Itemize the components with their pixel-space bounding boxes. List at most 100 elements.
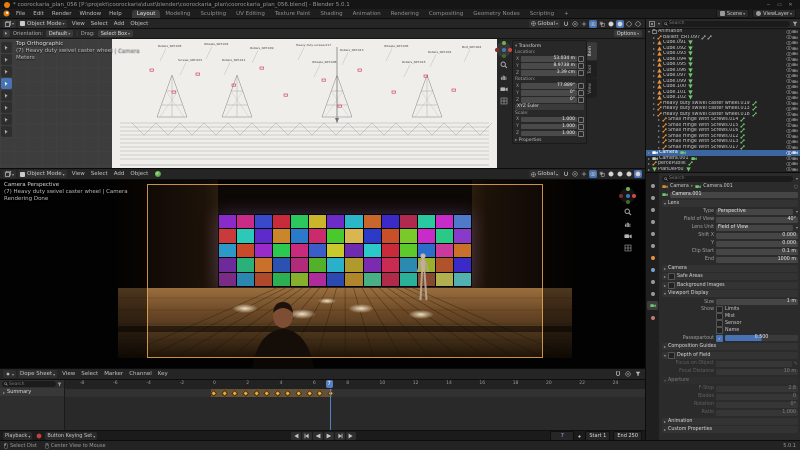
lock-icon[interactable]: [578, 116, 584, 123]
close-button[interactable]: ✕: [785, 2, 796, 8]
play-reverse-button[interactable]: [313, 432, 324, 440]
editor-type-button[interactable]: ▾: [3, 170, 17, 178]
lock-icon[interactable]: [578, 56, 584, 62]
axis-y-neg-dot[interactable]: [501, 54, 506, 58]
disable-render-toggle[interactable]: [792, 101, 798, 106]
properties-tab-object-data[interactable]: [647, 301, 658, 310]
disable-render-toggle[interactable]: [792, 161, 798, 166]
shift-y-field[interactable]: 0.000: [716, 240, 798, 247]
shift-x-field[interactable]: 0.000: [716, 232, 798, 239]
view-layer-selector[interactable]: ViewLayer ▾: [752, 9, 796, 18]
menu-edit[interactable]: Edit: [29, 11, 48, 17]
workspace-tab-layout[interactable]: Layout: [131, 9, 161, 18]
editor-type-button[interactable]: ▾: [3, 19, 17, 28]
lock-icon[interactable]: [578, 123, 584, 130]
disable-render-toggle[interactable]: [792, 150, 798, 155]
viewport-camera-menu-select[interactable]: Select: [88, 171, 111, 177]
lock-icon[interactable]: [578, 130, 584, 137]
disable-render-toggle[interactable]: [792, 95, 798, 100]
orientation-dropdown[interactable]: Default ▾: [45, 30, 74, 37]
transform-tool[interactable]: [1, 78, 12, 89]
workspace-tab-geometry-nodes[interactable]: Geometry Nodes: [468, 10, 524, 18]
lock-icon[interactable]: [578, 63, 584, 69]
background-images-panel-header[interactable]: ▸ Background Images: [662, 281, 798, 289]
disable-render-toggle[interactable]: [792, 112, 798, 117]
properties-tab-material[interactable]: [647, 313, 658, 322]
shading-rendered-icon[interactable]: [634, 20, 642, 28]
disable-render-toggle[interactable]: [792, 117, 798, 122]
channel-search-input[interactable]: Search: [2, 381, 56, 387]
disable-render-toggle[interactable]: [792, 73, 798, 78]
menu-file[interactable]: File: [12, 11, 29, 17]
aperture-panel-header[interactable]: ▾ Aperture: [662, 376, 798, 384]
dope-sheet-menu-marker[interactable]: Marker: [101, 371, 126, 377]
aperture-ratio-field[interactable]: 1.000: [716, 409, 798, 416]
axis-y-dot[interactable]: [501, 41, 506, 45]
safe-areas-panel-header[interactable]: ▸ Safe Areas: [662, 273, 798, 280]
breadcrumb-data[interactable]: Camera.001: [703, 184, 733, 189]
passepartout-checkbox[interactable]: ✓: [716, 334, 723, 342]
properties-tab-modifiers[interactable]: [647, 265, 658, 274]
keyframe-icon[interactable]: [577, 434, 582, 439]
dope-sheet-menu-select[interactable]: Select: [78, 371, 101, 377]
fov-field[interactable]: 40°: [716, 216, 798, 223]
axis-x-neg-dot[interactable]: [495, 47, 499, 52]
show-overlays-icon[interactable]: [589, 170, 597, 178]
lock-icon[interactable]: [578, 70, 584, 76]
playback-dropdown[interactable]: Playback ▾: [3, 432, 33, 440]
move-tool[interactable]: [1, 66, 12, 77]
composition-guides-panel-header[interactable]: ▸ Composition Guides: [662, 343, 798, 350]
dof-checkbox[interactable]: [668, 351, 676, 359]
show-gizmo-icon[interactable]: [580, 20, 588, 28]
clip-end-field[interactable]: 1000 m: [716, 256, 798, 263]
n-panel-tab-item[interactable]: Item: [587, 42, 597, 61]
disable-render-toggle[interactable]: [792, 62, 798, 67]
properties-subpanel-header[interactable]: ▸ Properties: [515, 138, 584, 143]
rotate-tool[interactable]: [1, 90, 12, 101]
xray-toggle-icon[interactable]: [598, 170, 606, 178]
rotation-mode-dropdown[interactable]: XYZ Euler: [515, 104, 584, 110]
workspace-tab-uv-editing[interactable]: UV Editing: [231, 10, 270, 18]
camera-view[interactable]: Camera Perspective (7) Heavy duty swivel…: [0, 180, 645, 369]
filter-icon[interactable]: [634, 370, 642, 378]
passepartout-slider[interactable]: 0.500: [725, 335, 798, 341]
focus-object-picker[interactable]: [716, 360, 792, 367]
grid-toggle-icon[interactable]: [500, 97, 508, 105]
lock-icon[interactable]: [578, 97, 584, 103]
active-tool-icon[interactable]: [3, 30, 10, 37]
properties-tab-scene[interactable]: [647, 229, 658, 238]
viewport-top-menu-select[interactable]: Select: [88, 21, 111, 27]
n-panel-tab-view[interactable]: View: [587, 79, 597, 98]
disable-render-toggle[interactable]: [792, 145, 798, 150]
animation-panel-header[interactable]: ▸ Animation: [662, 417, 798, 425]
workspace-tab-scripting[interactable]: Scripting: [525, 10, 559, 18]
dope-sheet-mode-dropdown[interactable]: Dope Sheet ▾: [18, 370, 58, 378]
lock-icon[interactable]: [578, 83, 584, 89]
aperture-blades-field[interactable]: 0: [716, 393, 798, 400]
transform-orientation-selector[interactable]: Global ▾: [529, 19, 560, 28]
breadcrumb-object[interactable]: Camera: [670, 184, 689, 189]
shading-wireframe-icon[interactable]: [607, 170, 615, 178]
filter-icon[interactable]: [57, 382, 62, 387]
xray-toggle-icon[interactable]: [598, 20, 606, 28]
lens-type-dropdown[interactable]: Perspective: [716, 208, 793, 215]
lock-icon[interactable]: [578, 90, 584, 96]
disable-render-toggle[interactable]: [792, 123, 798, 128]
background-images-checkbox[interactable]: [668, 281, 676, 289]
rotation-z-field[interactable]: 0°: [521, 97, 577, 103]
viewport-top-menu-add[interactable]: Add: [111, 21, 128, 27]
transform-orientation-selector[interactable]: Global ▾: [529, 170, 560, 178]
blender-menu-icon[interactable]: [2, 10, 10, 18]
summary-channel[interactable]: ▸ Summary: [0, 388, 64, 396]
proportional-edit-icon[interactable]: [624, 370, 632, 378]
keying-set-dropdown[interactable]: Button Keying Set ▾: [45, 432, 98, 440]
proportional-edit-icon[interactable]: [571, 170, 579, 178]
properties-tab-view-layer[interactable]: [647, 217, 658, 226]
select-box-tool[interactable]: [1, 42, 12, 53]
properties-search-input[interactable]: Search: [662, 175, 793, 182]
lens-panel-header[interactable]: ▾ Lens: [662, 199, 798, 207]
properties-tab-render[interactable]: [647, 193, 658, 202]
viewport-top-menu-view[interactable]: View: [69, 21, 88, 27]
camera-view-icon[interactable]: [500, 85, 508, 93]
show-overlays-icon[interactable]: [589, 19, 597, 28]
